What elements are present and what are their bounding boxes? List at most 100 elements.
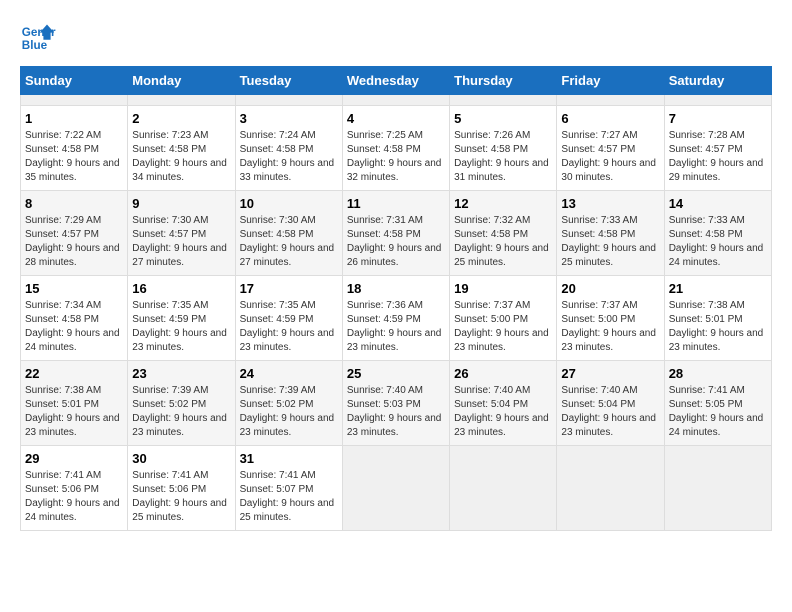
day-info: Sunrise: 7:37 AM Sunset: 5:00 PM Dayligh… [561, 299, 659, 355]
day-info: Sunrise: 7:40 AM Sunset: 5:04 PM Dayligh… [454, 384, 552, 440]
svg-text:Blue: Blue [22, 39, 48, 52]
day-info: Sunrise: 7:41 AM Sunset: 5:05 PM Dayligh… [669, 384, 767, 440]
day-number: 17 [240, 281, 338, 296]
day-info: Sunrise: 7:28 AM Sunset: 4:57 PM Dayligh… [669, 129, 767, 185]
weekday-header: Monday [128, 67, 235, 95]
calendar-week-row [21, 95, 772, 106]
calendar-day-cell: 30 Sunrise: 7:41 AM Sunset: 5:06 PM Dayl… [128, 446, 235, 531]
calendar-day-cell: 17 Sunrise: 7:35 AM Sunset: 4:59 PM Dayl… [235, 276, 342, 361]
calendar-day-cell: 16 Sunrise: 7:35 AM Sunset: 4:59 PM Dayl… [128, 276, 235, 361]
day-number: 9 [132, 196, 230, 211]
calendar-day-cell: 23 Sunrise: 7:39 AM Sunset: 5:02 PM Dayl… [128, 361, 235, 446]
day-info: Sunrise: 7:29 AM Sunset: 4:57 PM Dayligh… [25, 214, 123, 270]
calendar-day-cell [235, 95, 342, 106]
calendar-day-cell [664, 446, 771, 531]
day-number: 31 [240, 451, 338, 466]
day-info: Sunrise: 7:32 AM Sunset: 4:58 PM Dayligh… [454, 214, 552, 270]
calendar-day-cell [557, 446, 664, 531]
calendar-day-cell [557, 95, 664, 106]
calendar-week-row: 22 Sunrise: 7:38 AM Sunset: 5:01 PM Dayl… [21, 361, 772, 446]
day-info: Sunrise: 7:37 AM Sunset: 5:00 PM Dayligh… [454, 299, 552, 355]
page-header: General Blue [20, 20, 772, 56]
day-number: 13 [561, 196, 659, 211]
calendar-day-cell: 27 Sunrise: 7:40 AM Sunset: 5:04 PM Dayl… [557, 361, 664, 446]
day-number: 25 [347, 366, 445, 381]
calendar-day-cell: 9 Sunrise: 7:30 AM Sunset: 4:57 PM Dayli… [128, 191, 235, 276]
day-number: 12 [454, 196, 552, 211]
day-info: Sunrise: 7:41 AM Sunset: 5:06 PM Dayligh… [132, 469, 230, 525]
day-info: Sunrise: 7:27 AM Sunset: 4:57 PM Dayligh… [561, 129, 659, 185]
day-info: Sunrise: 7:40 AM Sunset: 5:04 PM Dayligh… [561, 384, 659, 440]
calendar-day-cell: 4 Sunrise: 7:25 AM Sunset: 4:58 PM Dayli… [342, 106, 449, 191]
day-number: 1 [25, 111, 123, 126]
calendar-day-cell [664, 95, 771, 106]
calendar-day-cell: 25 Sunrise: 7:40 AM Sunset: 5:03 PM Dayl… [342, 361, 449, 446]
calendar-day-cell: 18 Sunrise: 7:36 AM Sunset: 4:59 PM Dayl… [342, 276, 449, 361]
calendar-week-row: 1 Sunrise: 7:22 AM Sunset: 4:58 PM Dayli… [21, 106, 772, 191]
calendar-week-row: 8 Sunrise: 7:29 AM Sunset: 4:57 PM Dayli… [21, 191, 772, 276]
weekday-header: Friday [557, 67, 664, 95]
day-number: 26 [454, 366, 552, 381]
day-info: Sunrise: 7:38 AM Sunset: 5:01 PM Dayligh… [669, 299, 767, 355]
day-info: Sunrise: 7:41 AM Sunset: 5:07 PM Dayligh… [240, 469, 338, 525]
calendar-day-cell: 7 Sunrise: 7:28 AM Sunset: 4:57 PM Dayli… [664, 106, 771, 191]
day-number: 30 [132, 451, 230, 466]
calendar-day-cell [128, 95, 235, 106]
calendar-day-cell: 11 Sunrise: 7:31 AM Sunset: 4:58 PM Dayl… [342, 191, 449, 276]
day-number: 14 [669, 196, 767, 211]
calendar-day-cell: 22 Sunrise: 7:38 AM Sunset: 5:01 PM Dayl… [21, 361, 128, 446]
day-info: Sunrise: 7:33 AM Sunset: 4:58 PM Dayligh… [669, 214, 767, 270]
calendar-day-cell: 15 Sunrise: 7:34 AM Sunset: 4:58 PM Dayl… [21, 276, 128, 361]
day-info: Sunrise: 7:22 AM Sunset: 4:58 PM Dayligh… [25, 129, 123, 185]
day-number: 28 [669, 366, 767, 381]
calendar-day-cell: 6 Sunrise: 7:27 AM Sunset: 4:57 PM Dayli… [557, 106, 664, 191]
day-number: 22 [25, 366, 123, 381]
day-number: 3 [240, 111, 338, 126]
calendar-day-cell [342, 95, 449, 106]
day-number: 11 [347, 196, 445, 211]
day-number: 19 [454, 281, 552, 296]
calendar-day-cell: 21 Sunrise: 7:38 AM Sunset: 5:01 PM Dayl… [664, 276, 771, 361]
weekday-header: Thursday [450, 67, 557, 95]
day-info: Sunrise: 7:31 AM Sunset: 4:58 PM Dayligh… [347, 214, 445, 270]
calendar-week-row: 29 Sunrise: 7:41 AM Sunset: 5:06 PM Dayl… [21, 446, 772, 531]
calendar-day-cell: 19 Sunrise: 7:37 AM Sunset: 5:00 PM Dayl… [450, 276, 557, 361]
day-info: Sunrise: 7:36 AM Sunset: 4:59 PM Dayligh… [347, 299, 445, 355]
day-number: 2 [132, 111, 230, 126]
day-number: 10 [240, 196, 338, 211]
calendar-day-cell [342, 446, 449, 531]
day-info: Sunrise: 7:23 AM Sunset: 4:58 PM Dayligh… [132, 129, 230, 185]
day-number: 29 [25, 451, 123, 466]
day-info: Sunrise: 7:26 AM Sunset: 4:58 PM Dayligh… [454, 129, 552, 185]
day-number: 4 [347, 111, 445, 126]
day-info: Sunrise: 7:25 AM Sunset: 4:58 PM Dayligh… [347, 129, 445, 185]
day-info: Sunrise: 7:39 AM Sunset: 5:02 PM Dayligh… [240, 384, 338, 440]
calendar-day-cell: 29 Sunrise: 7:41 AM Sunset: 5:06 PM Dayl… [21, 446, 128, 531]
day-number: 24 [240, 366, 338, 381]
calendar-day-cell: 31 Sunrise: 7:41 AM Sunset: 5:07 PM Dayl… [235, 446, 342, 531]
calendar-day-cell: 13 Sunrise: 7:33 AM Sunset: 4:58 PM Dayl… [557, 191, 664, 276]
day-number: 16 [132, 281, 230, 296]
day-number: 18 [347, 281, 445, 296]
calendar-day-cell: 28 Sunrise: 7:41 AM Sunset: 5:05 PM Dayl… [664, 361, 771, 446]
calendar-day-cell [450, 446, 557, 531]
day-number: 23 [132, 366, 230, 381]
svg-text:General: General [22, 26, 56, 39]
calendar-table: SundayMondayTuesdayWednesdayThursdayFrid… [20, 66, 772, 531]
day-info: Sunrise: 7:24 AM Sunset: 4:58 PM Dayligh… [240, 129, 338, 185]
day-info: Sunrise: 7:40 AM Sunset: 5:03 PM Dayligh… [347, 384, 445, 440]
day-number: 15 [25, 281, 123, 296]
day-info: Sunrise: 7:39 AM Sunset: 5:02 PM Dayligh… [132, 384, 230, 440]
logo: General Blue [20, 20, 56, 56]
calendar-day-cell: 2 Sunrise: 7:23 AM Sunset: 4:58 PM Dayli… [128, 106, 235, 191]
weekday-header: Sunday [21, 67, 128, 95]
calendar-day-cell: 14 Sunrise: 7:33 AM Sunset: 4:58 PM Dayl… [664, 191, 771, 276]
logo-icon: General Blue [20, 20, 56, 56]
weekday-header: Wednesday [342, 67, 449, 95]
weekday-header-row: SundayMondayTuesdayWednesdayThursdayFrid… [21, 67, 772, 95]
calendar-day-cell: 10 Sunrise: 7:30 AM Sunset: 4:58 PM Dayl… [235, 191, 342, 276]
day-info: Sunrise: 7:34 AM Sunset: 4:58 PM Dayligh… [25, 299, 123, 355]
calendar-day-cell: 3 Sunrise: 7:24 AM Sunset: 4:58 PM Dayli… [235, 106, 342, 191]
day-info: Sunrise: 7:30 AM Sunset: 4:57 PM Dayligh… [132, 214, 230, 270]
calendar-day-cell: 24 Sunrise: 7:39 AM Sunset: 5:02 PM Dayl… [235, 361, 342, 446]
